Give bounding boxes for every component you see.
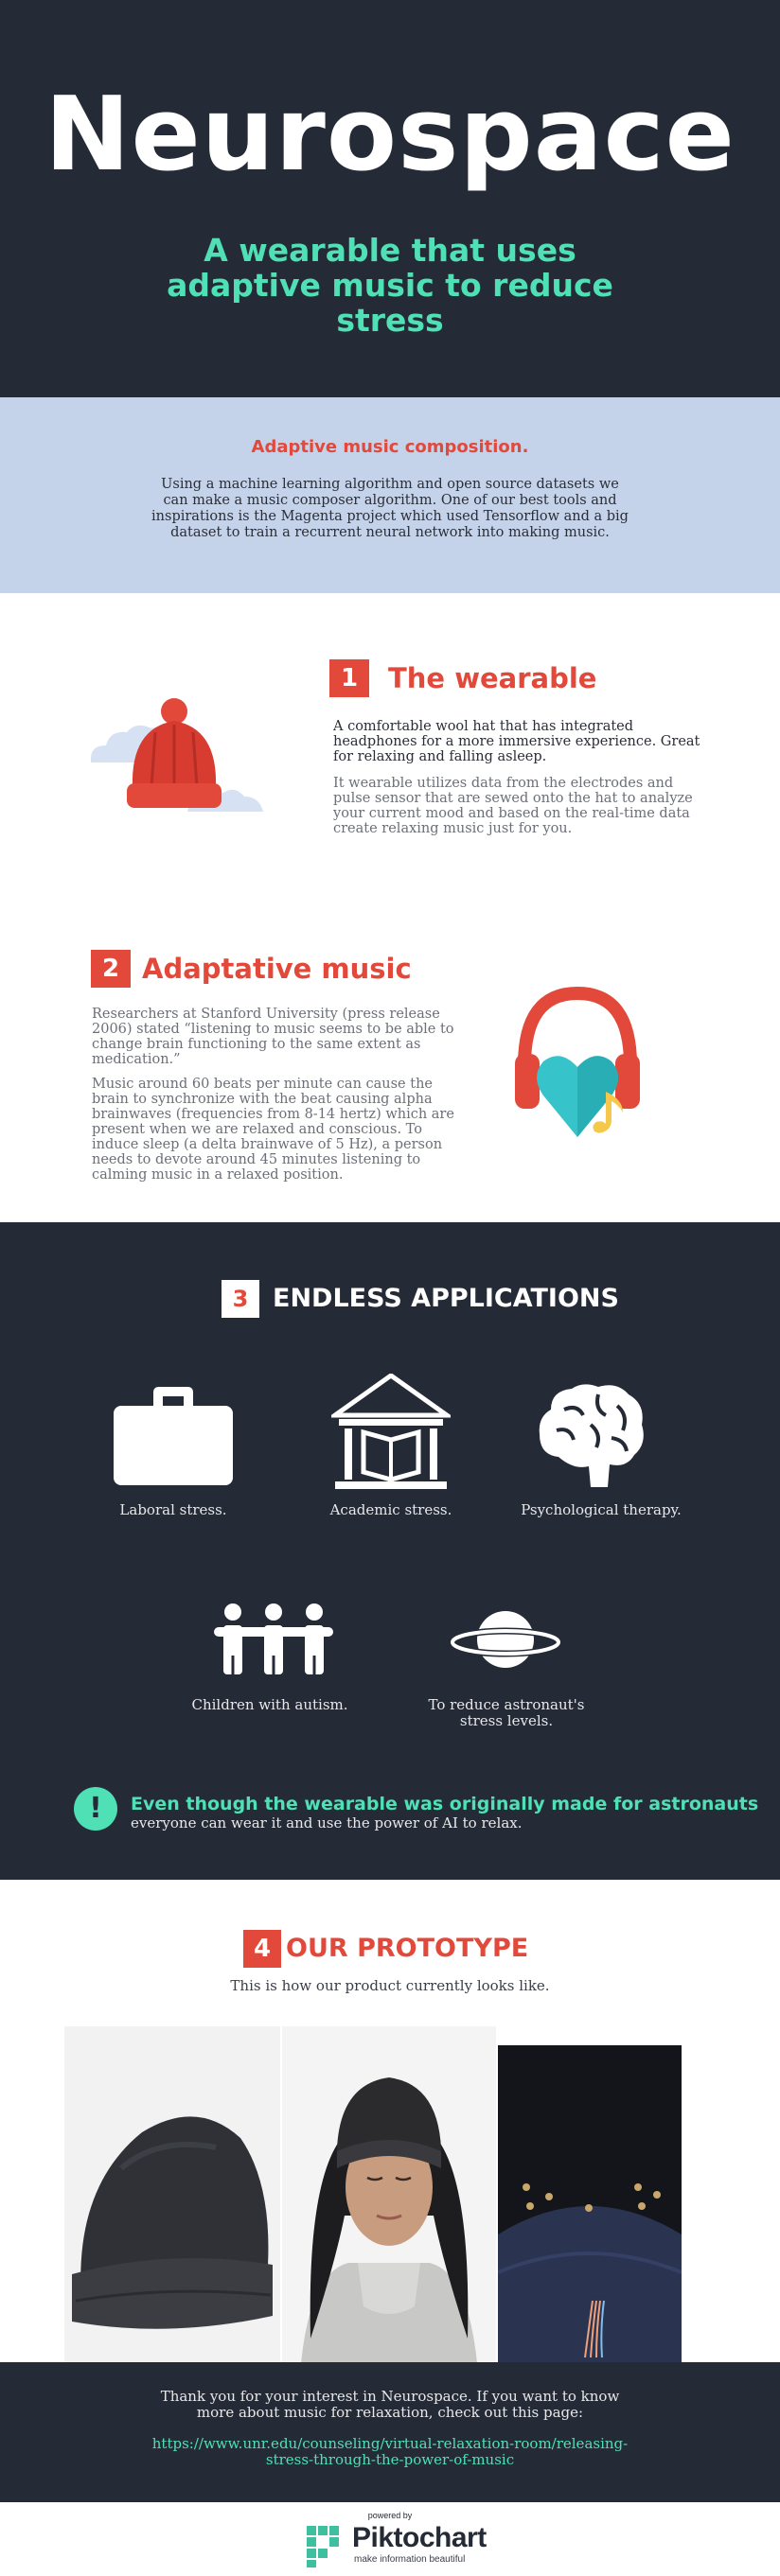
hat-pompom <box>161 698 187 725</box>
piktochart-brand-name[interactable]: Piktochart <box>352 2522 487 2554</box>
adaptive-music-band: Adaptive music composition. Using a mach… <box>0 397 780 593</box>
section-3-badge: 3 <box>222 1280 259 1318</box>
hero-subtitle: A wearable that uses adaptive music to r… <box>167 232 613 339</box>
brain-icon <box>539 1384 644 1487</box>
info-exclamation-icon: ! <box>74 1787 117 1831</box>
app-label-autism: Children with autism. <box>191 1696 348 1713</box>
wool-hat-illustration <box>91 698 263 812</box>
piktochart-logo-icon[interactable] <box>307 2526 348 2567</box>
hero-section: Neurospace A wearable that uses adaptive… <box>0 0 780 397</box>
briefcase-icon <box>114 1387 233 1485</box>
section-2-badge: 2 <box>91 950 131 988</box>
footer: Thank you for your interest in Neurospac… <box>0 2362 780 2502</box>
section-2-text-2: Music around 60 beats per minute can cau… <box>92 1077 454 1183</box>
section-1-title: The wearable <box>388 662 597 694</box>
powered-by-label: powered by <box>367 2511 413 2520</box>
piktochart-tagline: make information beautiful <box>354 2554 466 2565</box>
section-1-text: A comfortable wool hat that has integrat… <box>333 719 700 764</box>
footer-text: Thank you for your interest in Neurospac… <box>160 2388 620 2421</box>
section-3-title: ENDLESS APPLICATIONS <box>273 1284 619 1313</box>
app-label-psychological: Psychological therapy. <box>521 1501 682 1518</box>
section-2-title: Adaptative music <box>142 953 412 985</box>
section-2-text: Researchers at Stanford University (pres… <box>92 1007 454 1067</box>
page-title: Neurospace <box>44 76 736 194</box>
prototype-electrodes-photo <box>498 2045 682 2363</box>
section-1-text-2: It wearable utilizes data from the elect… <box>333 776 693 836</box>
prototype-worn-photo <box>282 2026 496 2363</box>
children-group-icon <box>214 1603 333 1674</box>
adaptive-text: Using a machine learning algorithm and o… <box>151 477 629 540</box>
section-4-subtitle: This is how our product currently looks … <box>230 1977 550 1994</box>
prototype-hat-photo <box>64 2026 280 2363</box>
app-label-laboral: Laboral stress. <box>119 1501 227 1518</box>
headphones-heart-icon <box>515 986 640 1137</box>
adaptive-title: Adaptive music composition. <box>251 437 529 457</box>
astronaut-note-text: everyone can wear it and use the power o… <box>131 1814 523 1831</box>
infographic-page: Neurospace A wearable that uses adaptive… <box>0 0 780 2576</box>
section-applications: 3 ENDLESS APPLICATIONS Laboral stress. A… <box>0 1222 780 1880</box>
section-4-title: OUR PROTOTYPE <box>286 1934 529 1963</box>
hat-brim <box>127 783 222 808</box>
relaxation-link[interactable]: https://www.unr.edu/counseling/virtual-r… <box>151 2436 629 2468</box>
section-1-badge: 1 <box>329 659 369 697</box>
app-label-academic: Academic stress. <box>329 1501 452 1518</box>
planet-icon <box>451 1611 560 1668</box>
academy-building-icon <box>331 1374 451 1489</box>
section-4-badge: 4 <box>243 1930 281 1968</box>
astronaut-note-highlight: Even though the wearable was originally … <box>131 1794 759 1814</box>
app-label-astronaut: To reduce astronaut's stress levels. <box>428 1696 585 1729</box>
